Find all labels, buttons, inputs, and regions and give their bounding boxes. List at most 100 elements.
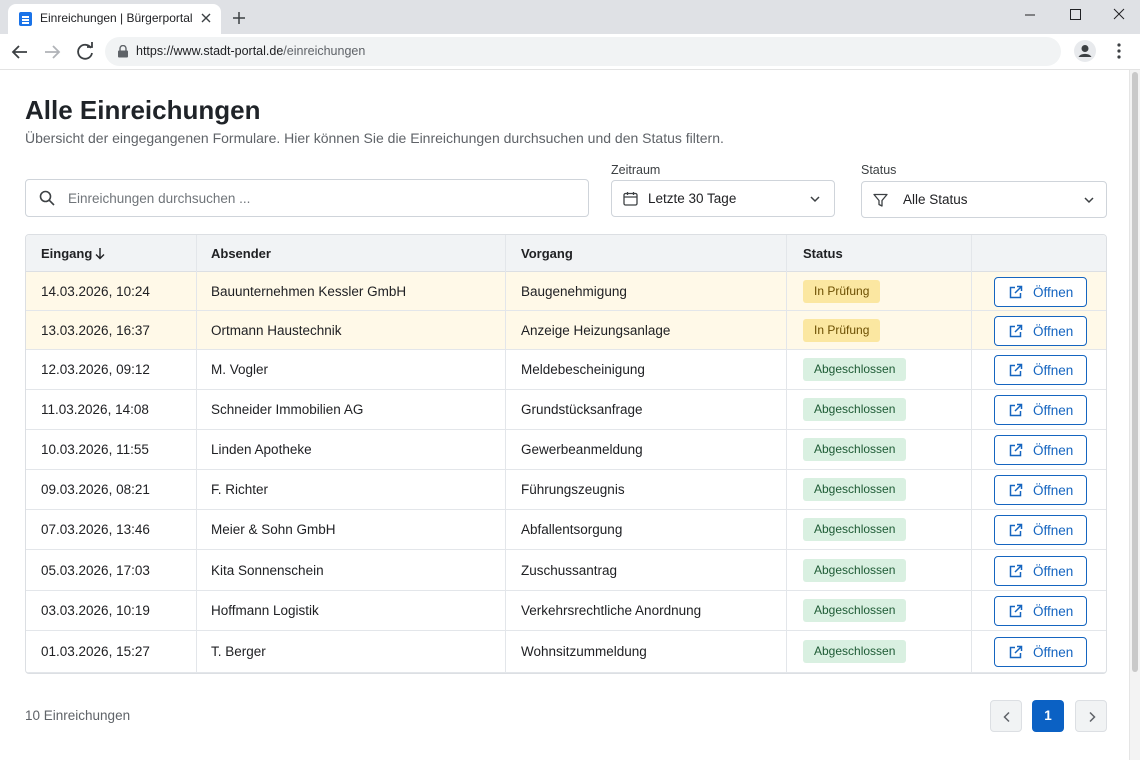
- close-tab-icon[interactable]: [199, 11, 213, 25]
- cell-vorgang: Grundstücksanfrage: [521, 402, 643, 417]
- open-button[interactable]: Öffnen: [994, 555, 1087, 586]
- table-row: 03.03.2026, 10:19 Hoffmann Logistik Verkeh…: [26, 591, 1106, 631]
- status-value: Alle Status: [903, 192, 968, 207]
- result-count: 10 Einreichungen: [25, 708, 131, 723]
- open-button-label: Öffnen: [1033, 483, 1074, 498]
- status-select[interactable]: Alle Status: [861, 181, 1107, 218]
- cell-vorgang: Wohnsitzummeldung: [521, 644, 647, 659]
- cell-vorgang: Verkehrsrechtliche Anordnung: [521, 603, 702, 618]
- open-button[interactable]: Öffnen: [994, 315, 1087, 346]
- zeitraum-select[interactable]: Letzte 30 Tage: [611, 180, 835, 217]
- cell-vorgang: Anzeige Heizungsanlage: [521, 322, 671, 338]
- external-link-icon: [1009, 564, 1023, 577]
- browser-tab[interactable]: Einreichungen | Bürgerportal: [8, 4, 221, 34]
- external-link-icon: [1009, 285, 1023, 298]
- column-header-status: Status: [803, 246, 843, 261]
- external-link-icon: [1009, 604, 1023, 618]
- column-divider: [505, 235, 506, 673]
- open-button[interactable]: Öffnen: [994, 435, 1087, 465]
- status-badge: Abgeschlossen: [803, 398, 907, 421]
- chevron-left-icon: [1003, 711, 1010, 723]
- open-button-label: Öffnen: [1033, 523, 1074, 538]
- page-subtitle: Übersicht der eingegangenen Formulare. H…: [25, 130, 724, 146]
- status-badge: In Prüfung: [803, 318, 881, 342]
- open-button-label: Öffnen: [1033, 604, 1074, 619]
- calendar-icon: [623, 192, 638, 206]
- lock-icon: [118, 45, 128, 58]
- open-button[interactable]: Öffnen: [994, 475, 1087, 505]
- search-box[interactable]: [25, 179, 589, 217]
- column-header-vorgang: Vorgang: [521, 246, 573, 261]
- table-row: 11.03.2026, 14:08 Schneider Immobilien AG…: [26, 390, 1106, 430]
- cell-eingang: 10.03.2026, 11:55: [41, 442, 149, 457]
- more-options-icon[interactable]: [1109, 39, 1129, 63]
- page-scrollbar[interactable]: [1129, 70, 1140, 760]
- column-divider: [971, 235, 972, 673]
- open-button-label: Öffnen: [1033, 363, 1074, 378]
- table-row: 14.03.2026, 10:24 Bauunternehmen Kessler …: [26, 272, 1106, 311]
- external-link-icon: [1009, 645, 1023, 659]
- zeitraum-value: Letzte 30 Tage: [648, 191, 737, 206]
- forward-arrow-icon[interactable]: [40, 40, 64, 64]
- open-button-label: Öffnen: [1033, 563, 1074, 579]
- open-button-label: Öffnen: [1033, 645, 1074, 660]
- table-row: 07.03.2026, 13:46 Meier & Sohn GmbH Abfall…: [26, 510, 1106, 550]
- table-row: 12.03.2026, 09:12 M. Vogler Meldebescheini…: [26, 350, 1106, 390]
- open-button[interactable]: Öffnen: [994, 395, 1087, 425]
- scrollbar-thumb[interactable]: [1132, 72, 1138, 672]
- cell-absender: Schneider Immobilien AG: [211, 402, 364, 417]
- column-divider: [786, 235, 787, 673]
- back-arrow-icon[interactable]: [8, 40, 32, 64]
- open-button[interactable]: Öffnen: [994, 637, 1087, 667]
- open-button[interactable]: Öffnen: [994, 596, 1087, 626]
- close-window-icon[interactable]: [1096, 0, 1140, 30]
- chevron-down-icon: [1084, 197, 1094, 204]
- cell-eingang: 03.03.2026, 10:19: [41, 603, 150, 618]
- minimize-icon[interactable]: [1007, 0, 1053, 30]
- pagination-next-button[interactable]: [1075, 700, 1107, 732]
- sort-down-icon[interactable]: [94, 247, 106, 260]
- reload-icon[interactable]: [73, 40, 97, 64]
- cell-vorgang: Meldebescheinigung: [521, 362, 645, 377]
- status-badge: Abgeschlossen: [803, 438, 907, 461]
- open-button-label: Öffnen: [1033, 443, 1074, 458]
- pagination-page-1[interactable]: 1: [1032, 700, 1064, 732]
- cell-absender: Hoffmann Logistik: [211, 603, 319, 618]
- pagination-prev-button[interactable]: [990, 700, 1022, 732]
- browser-tab-bar: Einreichungen | Bürgerportal: [0, 0, 1140, 34]
- address-bar[interactable]: https://www.stadt-portal.de/einreichunge…: [105, 37, 1061, 66]
- column-divider: [196, 235, 197, 673]
- status-badge: In Prüfung: [803, 279, 881, 303]
- cell-absender: Bauunternehmen Kessler GmbH: [211, 283, 407, 299]
- table-row: 01.03.2026, 15:27 T. Berger Wohnsitzummeld…: [26, 631, 1106, 673]
- open-button-label: Öffnen: [1033, 323, 1074, 339]
- profile-icon[interactable]: [1073, 39, 1097, 63]
- cell-eingang: 14.03.2026, 10:24: [41, 283, 150, 299]
- column-header-eingang[interactable]: Eingang: [41, 246, 92, 261]
- cell-eingang: 01.03.2026, 15:27: [41, 644, 150, 659]
- open-button[interactable]: Öffnen: [994, 276, 1087, 307]
- status-badge: Abgeschlossen: [803, 518, 907, 541]
- search-input[interactable]: [68, 188, 568, 208]
- cell-absender: T. Berger: [211, 644, 266, 659]
- cell-eingang: 07.03.2026, 13:46: [41, 522, 150, 537]
- status-badge: Abgeschlossen: [803, 640, 907, 663]
- document-icon: [19, 12, 32, 26]
- cell-vorgang: Abfallentsorgung: [521, 522, 623, 537]
- external-link-icon: [1009, 443, 1023, 457]
- new-tab-icon[interactable]: [229, 8, 249, 28]
- table-header: Eingang Absender Vorgang Status: [26, 235, 1106, 272]
- external-link-icon: [1009, 523, 1023, 537]
- status-badge: Abgeschlossen: [803, 599, 907, 622]
- cell-absender: Meier & Sohn GmbH: [211, 522, 336, 537]
- open-button-label: Öffnen: [1033, 284, 1074, 300]
- open-button[interactable]: Öffnen: [994, 515, 1087, 545]
- chevron-down-icon: [810, 196, 820, 203]
- open-button[interactable]: Öffnen: [994, 355, 1087, 385]
- status-label: Status: [861, 163, 897, 177]
- column-header-absender: Absender: [211, 246, 271, 261]
- submissions-table: Eingang Absender Vorgang Status 14.03.20…: [25, 234, 1107, 674]
- table-row: 05.03.2026, 17:03 Kita Sonnenschein Zuschu…: [26, 550, 1106, 591]
- cell-vorgang: Baugenehmigung: [521, 283, 627, 299]
- maximize-icon[interactable]: [1052, 0, 1098, 30]
